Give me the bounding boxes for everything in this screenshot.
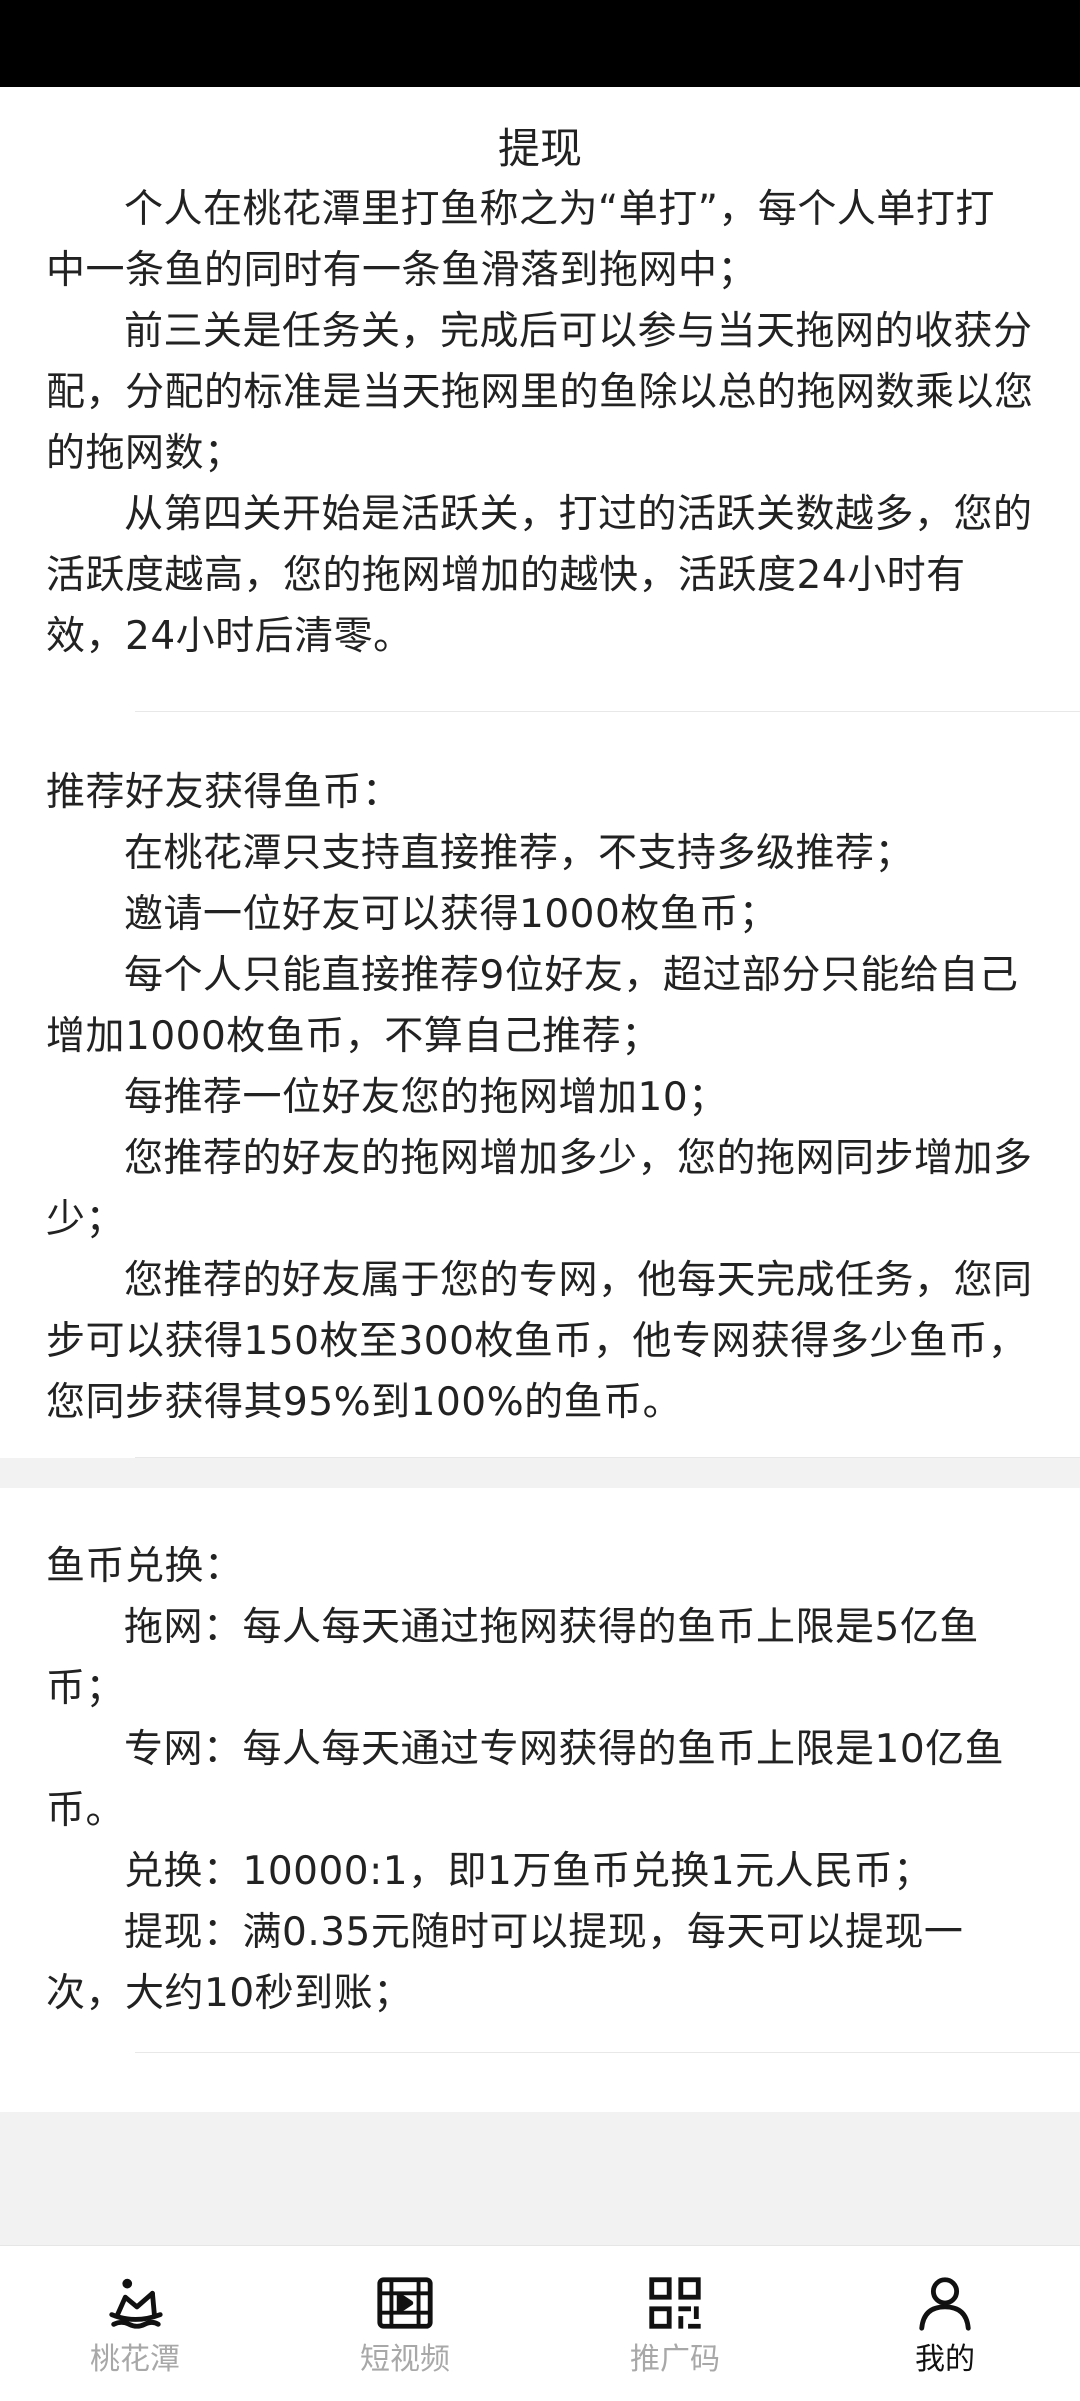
rule-paragraph: 前三关是任务关，完成后可以参与当天拖网的收获分配，分配的标准是当天拖网里的鱼除以… (46, 309, 1034, 476)
main-content: 提现 个人在桃花潭里打鱼称之为“单打”，每个人单打打中一条鱼的同时有一条鱼滑落到… (0, 87, 1080, 2053)
tab-label: 推广码 (630, 2342, 720, 2377)
exchange-paragraph: 兑换：10000:1，即1万鱼币兑换1元人民币； (124, 1849, 933, 1894)
section-gap (0, 1458, 1080, 1488)
bottom-spacer (0, 2112, 1080, 2245)
user-icon (919, 2277, 971, 2331)
referral-paragraph: 邀请一位好友可以获得1000枚鱼币； (124, 892, 779, 937)
qrcode-icon (649, 2277, 701, 2329)
section-fishing-rules: 个人在桃花潭里打鱼称之为“单打”，每个人单打打中一条鱼的同时有一条鱼滑落到拖网中… (0, 179, 1080, 712)
section-heading: 推荐好友获得鱼币： (46, 770, 402, 815)
fishing-icon (109, 2278, 163, 2329)
section-referral: 推荐好友获得鱼币： 在桃花潭只支持直接推荐，不支持多级推荐； 邀请一位好友可以获… (0, 712, 1080, 1458)
exchange-paragraph: 提现：满0.35元随时可以提现，每天可以提现一次，大约10秒到账； (46, 1910, 964, 2016)
status-bar (0, 0, 1080, 87)
page-title: 提现 (497, 124, 582, 173)
section-heading: 鱼币兑换： (46, 1544, 244, 1589)
rule-paragraph: 从第四关开始是活跃关，打过的活跃关数越多，您的活跃度越高，您的拖网增加的越快，活… (46, 492, 1033, 659)
referral-paragraph: 在桃花潭只支持直接推荐，不支持多级推荐； (124, 831, 915, 876)
referral-paragraph: 每个人只能直接推荐9位好友，超过部分只能给自己增加1000枚鱼币，不算自己推荐； (46, 953, 1019, 1059)
section-exchange: 鱼币兑换： 拖网：每人每天通过拖网获得的鱼币上限是5亿鱼币； 专网：每人每天通过… (0, 1488, 1080, 2053)
tab-label: 短视频 (360, 2342, 450, 2377)
film-icon (377, 2277, 433, 2329)
referral-paragraph: 您推荐的好友的拖网增加多少，您的拖网同步增加多少； (46, 1136, 1033, 1242)
tab-short-video[interactable]: 短视频 (270, 2246, 540, 2401)
referral-paragraph: 每推荐一位好友您的拖网增加10； (124, 1075, 728, 1120)
exchange-paragraph: 拖网：每人每天通过拖网获得的鱼币上限是5亿鱼币； (46, 1605, 979, 1711)
referral-paragraph: 您推荐的好友属于您的专网，他每天完成任务，您同步可以获得150枚至300枚鱼币，… (46, 1258, 1033, 1425)
bottom-tab-bar: 桃花潭 短视频 推广码 我的 (0, 2245, 1080, 2401)
tab-taohuatan[interactable]: 桃花潭 (0, 2246, 270, 2401)
tab-label: 桃花潭 (90, 2342, 180, 2377)
exchange-paragraph: 专网：每人每天通过专网获得的鱼币上限是10亿鱼币。 (46, 1727, 1005, 1833)
tab-label: 我的 (915, 2342, 975, 2377)
rule-paragraph: 个人在桃花潭里打鱼称之为“单打”，每个人单打打中一条鱼的同时有一条鱼滑落到拖网中… (46, 187, 995, 293)
tab-promo-code[interactable]: 推广码 (540, 2246, 810, 2401)
tab-mine[interactable]: 我的 (810, 2246, 1080, 2401)
divider (135, 2052, 1080, 2053)
